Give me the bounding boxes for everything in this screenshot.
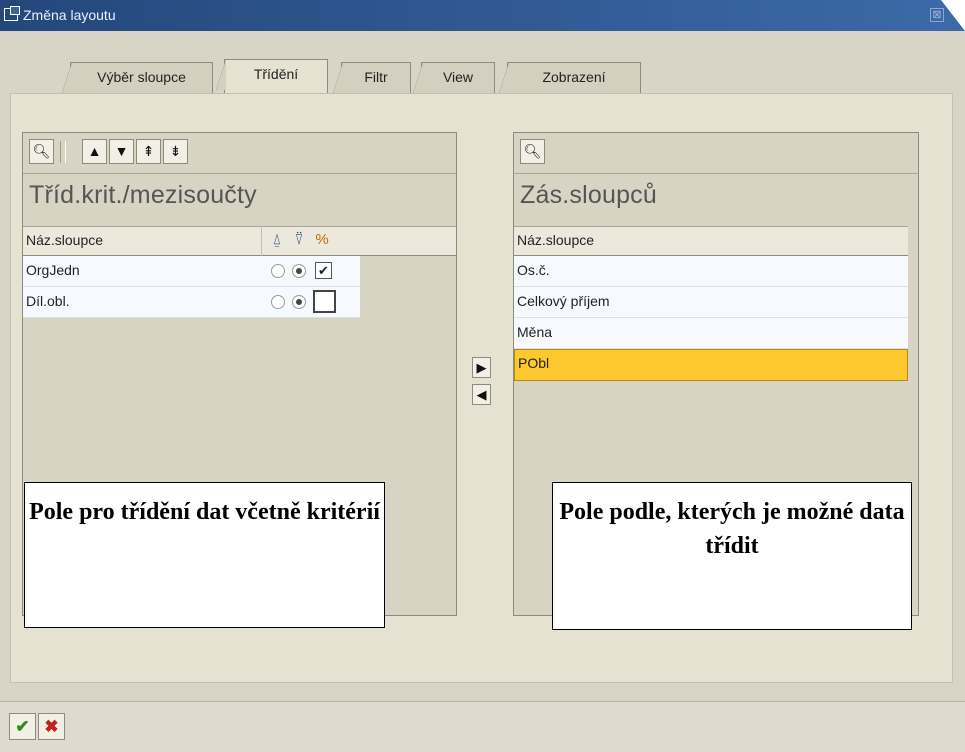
table-row[interactable]: Celkový příjem: [514, 287, 908, 318]
tab-label: Třídění: [253, 66, 299, 82]
tab-label: View: [442, 69, 474, 85]
table-row[interactable]: Os.č.: [514, 256, 908, 287]
move-up-icon[interactable]: ▲: [82, 139, 107, 164]
ascending-sort-icon[interactable]: ⍙: [266, 229, 288, 251]
title-bar-corner: [941, 0, 965, 31]
move-right-button[interactable]: ▶: [472, 357, 491, 378]
tab-zobrazeni[interactable]: Zobrazení: [499, 62, 641, 93]
subtotal-checkbox[interactable]: [313, 290, 336, 313]
tab-label: Výběr sloupce: [97, 69, 186, 85]
move-down-icon[interactable]: ▼: [109, 139, 134, 164]
available-columns-heading: Zás.sloupců: [520, 181, 657, 209]
ascending-radio[interactable]: [271, 264, 285, 278]
table-row[interactable]: OrgJedn ✔: [23, 256, 360, 287]
tab-strip: Výběr sloupce Třídění Filtr View Zobraze…: [0, 31, 965, 97]
table-header: Náz.sloupce: [514, 226, 908, 256]
left-callout: Pole pro třídění dat včetně kritérií: [24, 482, 385, 628]
row-name: OrgJedn: [26, 262, 80, 278]
checkmark-icon[interactable]: ✔: [9, 713, 36, 740]
window-icon: [4, 6, 20, 21]
available-columns-table: Náz.sloupce Os.č. Celkový příjem Měna PO…: [514, 226, 908, 381]
table-row-selected[interactable]: PObl: [514, 349, 908, 381]
table-header: Náz.sloupce ⍙ ⍢ %: [23, 226, 456, 256]
right-callout: Pole podle, kterých je možné data třídit: [552, 482, 912, 630]
tab-label: Zobrazení: [542, 69, 606, 85]
sort-criteria-table: Náz.sloupce ⍙ ⍢ % OrgJedn ✔ Díl.obl.: [23, 226, 456, 318]
tab-label: Filtr: [364, 69, 388, 85]
subtotal-checkbox[interactable]: ✔: [315, 262, 332, 279]
subtotal-icon[interactable]: %: [311, 229, 333, 251]
move-bottom-icon[interactable]: ⇟: [163, 139, 188, 164]
window-title: Změna layoutu: [23, 7, 116, 23]
row-name: Měna: [517, 324, 553, 340]
toolbar-separator: [60, 141, 66, 163]
move-left-button[interactable]: ◀: [472, 384, 491, 405]
table-row[interactable]: Měna: [514, 318, 908, 349]
sort-criteria-heading: Tříd.krit./mezisoučty: [29, 181, 257, 209]
row-name: PObl: [518, 355, 550, 371]
cancel-x-icon[interactable]: ✖: [38, 713, 65, 740]
tab-trideni[interactable]: Třídění: [216, 59, 328, 93]
column-header-name: Náz.sloupce: [26, 232, 104, 248]
left-toolbar: 🔍︎ ▲ ▼ ⇞ ⇟: [23, 133, 456, 174]
footer-bar: ✔ ✖: [0, 701, 965, 752]
binoculars-find-icon[interactable]: 🔍︎: [520, 139, 545, 164]
ascending-radio[interactable]: [271, 295, 285, 309]
descending-radio[interactable]: [292, 295, 306, 309]
tab-view[interactable]: View: [413, 62, 495, 93]
right-toolbar: 🔍︎: [514, 133, 918, 174]
tab-vyber-sloupce[interactable]: Výběr sloupce: [62, 62, 213, 93]
row-name: Díl.obl.: [26, 293, 70, 309]
binoculars-find-icon[interactable]: 🔍︎: [29, 139, 54, 164]
title-bar: Změna layoutu ⊠: [0, 0, 965, 31]
tab-filtr[interactable]: Filtr: [333, 62, 411, 93]
row-name: Celkový příjem: [517, 293, 610, 309]
descending-sort-icon[interactable]: ⍢: [288, 229, 310, 251]
move-top-icon[interactable]: ⇞: [136, 139, 161, 164]
table-row[interactable]: Díl.obl.: [23, 287, 360, 318]
descending-radio[interactable]: [292, 264, 306, 278]
row-name: Os.č.: [517, 262, 550, 278]
column-header-name: Náz.sloupce: [517, 232, 595, 248]
